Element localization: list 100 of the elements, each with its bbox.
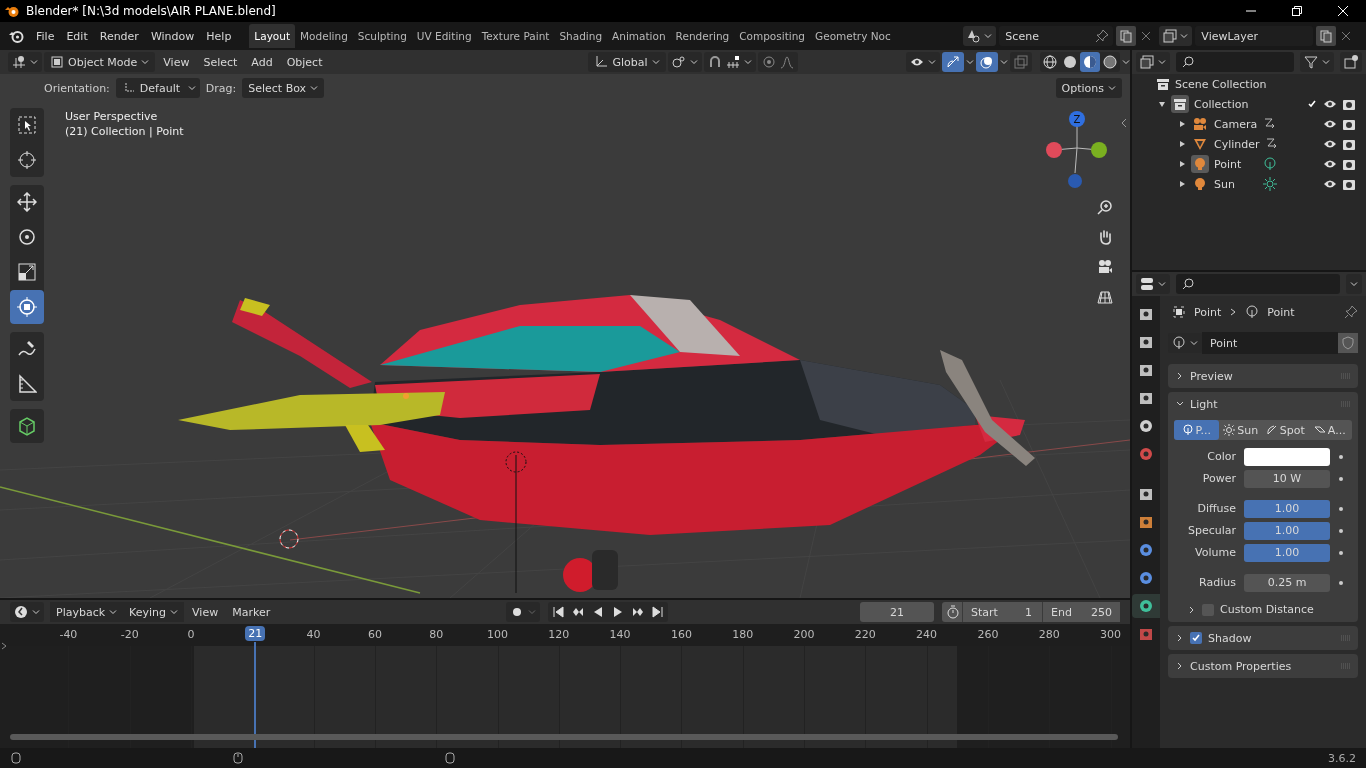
menu-item[interactable]: Edit bbox=[60, 26, 94, 46]
playback-dropdown[interactable]: Playback bbox=[50, 602, 124, 622]
shading-button[interactable] bbox=[1100, 52, 1120, 72]
workspace-tab[interactable]: Rendering bbox=[670, 24, 735, 48]
workspace-tab[interactable]: Modeling bbox=[295, 24, 353, 48]
stopwatch-icon[interactable] bbox=[946, 605, 960, 619]
subpanel-title[interactable]: Custom Distance bbox=[1220, 603, 1314, 616]
horizontal-scrollbar[interactable] bbox=[10, 734, 1118, 740]
object-label[interactable]: Cylinder bbox=[1214, 137, 1260, 151]
zigzag-arrow-icon[interactable] bbox=[1263, 117, 1277, 131]
panel-title[interactable]: Custom Properties bbox=[1190, 659, 1292, 673]
menu-item[interactable]: File bbox=[30, 26, 61, 46]
keyframe-dot-icon[interactable] bbox=[1338, 475, 1344, 482]
disclosure-triangle-icon[interactable] bbox=[1178, 120, 1186, 128]
pivot-button[interactable] bbox=[667, 52, 702, 72]
disclosure-chevron-icon[interactable] bbox=[1188, 605, 1196, 614]
panel-checkbox[interactable] bbox=[1190, 632, 1202, 644]
subpanel-checkbox[interactable] bbox=[1202, 603, 1214, 616]
overlay-toggle[interactable] bbox=[976, 52, 998, 72]
light-type-tab[interactable]: Sun bbox=[1218, 420, 1263, 440]
xray-button[interactable] bbox=[1010, 52, 1032, 72]
light-type-tab[interactable]: Spot bbox=[1263, 420, 1308, 440]
search-field[interactable] bbox=[1176, 52, 1294, 72]
copy-icon[interactable] bbox=[1316, 26, 1337, 46]
scene-collection-label[interactable]: Scene Collection bbox=[1175, 77, 1267, 91]
panel-title[interactable]: Shadow bbox=[1208, 631, 1252, 645]
workspace-tab[interactable]: UV Editing bbox=[411, 24, 477, 48]
proportional-button[interactable] bbox=[757, 52, 798, 72]
object-label[interactable]: Sun bbox=[1214, 177, 1258, 191]
menu-item[interactable]: View bbox=[157, 52, 196, 72]
disclosure-chevron-icon[interactable] bbox=[1176, 662, 1184, 670]
menu-item[interactable]: Add bbox=[245, 52, 279, 72]
playhead[interactable]: 21 bbox=[245, 626, 266, 641]
keyframe-dot-icon[interactable] bbox=[1338, 549, 1344, 556]
disclosure-triangle-icon[interactable] bbox=[1178, 160, 1186, 168]
sun-icon[interactable] bbox=[1263, 177, 1277, 191]
end-frame-field[interactable]: End 250 bbox=[1042, 602, 1120, 622]
orientation-dropdown[interactable]: Global bbox=[588, 52, 666, 72]
snap-button[interactable] bbox=[703, 52, 756, 72]
filter-button[interactable] bbox=[1300, 52, 1334, 72]
new-collection-button[interactable] bbox=[1340, 52, 1362, 72]
object-type-icon[interactable] bbox=[1191, 155, 1209, 173]
keyframe-dot-icon[interactable] bbox=[1338, 505, 1344, 512]
scene-type-button[interactable] bbox=[963, 26, 997, 46]
editor-type-button[interactable] bbox=[10, 602, 44, 622]
workspace-tab[interactable]: Texture Paint bbox=[476, 24, 555, 48]
blender-logo-icon[interactable] bbox=[8, 28, 24, 44]
number-field[interactable]: 0.25 m bbox=[1244, 573, 1330, 592]
menu-item[interactable]: View bbox=[186, 602, 225, 622]
disclosure-chevron-icon[interactable] bbox=[1176, 400, 1184, 408]
workspace-tab[interactable]: Compositing bbox=[734, 24, 811, 48]
number-field[interactable]: 10 W bbox=[1244, 469, 1330, 488]
disclosure-triangle-icon[interactable] bbox=[1158, 100, 1166, 108]
keyframe-dot-icon[interactable] bbox=[1338, 579, 1344, 586]
workspace-tab[interactable]: Geometry Noc bbox=[810, 24, 896, 48]
object-type-icon[interactable] bbox=[1191, 115, 1209, 133]
keyframe-dot-icon[interactable] bbox=[1338, 527, 1344, 534]
object-label[interactable]: Point bbox=[1214, 157, 1258, 171]
disclosure-triangle-icon[interactable] bbox=[1178, 180, 1186, 188]
axis-gizmo-drawing[interactable]: Z bbox=[1045, 108, 1109, 192]
workspace-tab[interactable]: Sculpting bbox=[352, 24, 412, 48]
tool-button[interactable] bbox=[10, 290, 44, 324]
light-type-tab[interactable]: A... bbox=[1307, 420, 1352, 440]
disclosure-chevron-icon[interactable] bbox=[1176, 634, 1184, 642]
color-swatch[interactable] bbox=[1244, 447, 1330, 466]
menu-item[interactable]: Object bbox=[280, 52, 329, 72]
object-label[interactable]: Camera bbox=[1214, 117, 1258, 131]
workspace-tab[interactable]: Shading bbox=[554, 24, 608, 48]
panel-title[interactable]: Light bbox=[1190, 397, 1218, 411]
mode-dropdown[interactable]: Object Mode bbox=[44, 52, 156, 72]
current-frame-field[interactable]: 21 bbox=[860, 602, 934, 622]
menu-item[interactable]: Help bbox=[200, 26, 238, 46]
orientation-dropdown[interactable]: Default bbox=[115, 78, 200, 98]
chevron-icon[interactable] bbox=[1122, 58, 1130, 66]
keyframe-dot-icon[interactable] bbox=[1338, 453, 1344, 460]
editor-type-button[interactable] bbox=[8, 52, 42, 72]
options-dropdown[interactable]: Options bbox=[1055, 78, 1122, 98]
include-checkbox[interactable] bbox=[1306, 98, 1318, 110]
view-layer-field[interactable]: ViewLayer bbox=[1195, 26, 1314, 46]
workspace-tab[interactable]: Layout bbox=[249, 24, 296, 48]
datablock-name-field[interactable]: Point bbox=[1202, 332, 1338, 354]
properties-tab[interactable] bbox=[1132, 594, 1160, 618]
collection-label[interactable]: Collection bbox=[1194, 97, 1249, 111]
pin-icon[interactable] bbox=[1095, 29, 1110, 43]
scene-field[interactable]: Scene bbox=[999, 26, 1114, 46]
editor-type-button[interactable] bbox=[1136, 274, 1170, 294]
shading-button[interactable] bbox=[1040, 52, 1060, 72]
options-button[interactable] bbox=[1346, 274, 1362, 294]
drag-dropdown[interactable]: Select Box bbox=[242, 78, 325, 98]
copy-icon[interactable] bbox=[1116, 26, 1137, 46]
pin-icon[interactable] bbox=[1344, 305, 1358, 319]
panel-title[interactable]: Preview bbox=[1190, 369, 1233, 383]
chevron-icon[interactable] bbox=[1000, 58, 1008, 66]
menu-item[interactable]: Render bbox=[93, 26, 145, 46]
search-field[interactable] bbox=[1176, 274, 1340, 294]
disclosure-chevron-icon[interactable] bbox=[1176, 372, 1184, 380]
gizmo-toggle[interactable] bbox=[942, 52, 964, 72]
menu-item[interactable]: Marker bbox=[226, 602, 277, 622]
shading-button[interactable] bbox=[1080, 52, 1100, 72]
disclosure-triangle-icon[interactable] bbox=[1178, 140, 1186, 148]
